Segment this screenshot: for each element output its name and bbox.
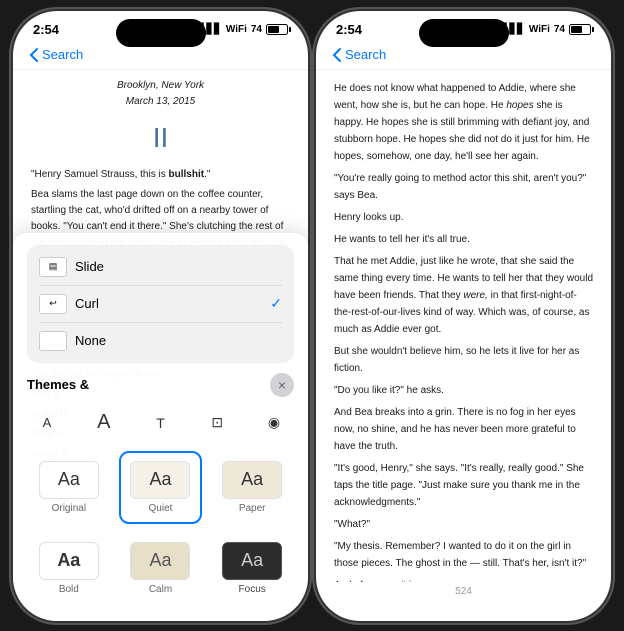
status-icons-left: ▋▋▋ WiFi 74: [199, 24, 288, 35]
rp-5: That he met Addie, just like he wrote, t…: [334, 253, 593, 338]
rp-4: He wants to tell her it's all true.: [334, 231, 593, 248]
para-1: "Henry Samuel Strauss, this is bullshit.…: [31, 167, 290, 183]
theme-paper-label: Paper: [239, 503, 266, 514]
dynamic-island: [116, 19, 206, 47]
curl-check: ✓: [270, 295, 282, 312]
theme-focus[interactable]: Aa Focus: [210, 532, 294, 605]
font-family-button[interactable]: T: [143, 405, 179, 441]
theme-quiet-aa: Aa: [149, 469, 171, 490]
theme-paper[interactable]: Aa Paper: [210, 451, 294, 524]
rp-8: And Bea breaks into a grin. There is no …: [334, 404, 593, 455]
transition-options: ▤ Slide ↩ Curl ✓ None: [27, 245, 294, 363]
rp-2: "You're really going to method actor thi…: [334, 170, 593, 204]
back-button-right[interactable]: Search: [332, 47, 386, 63]
theme-bold-label: Bold: [59, 584, 79, 595]
theme-quiet[interactable]: Aa Quiet: [119, 451, 203, 524]
none-label: None: [75, 333, 106, 348]
slide-icon: ▤: [39, 257, 67, 277]
themes-header: Themes & ×: [27, 373, 294, 397]
theme-quiet-label: Quiet: [149, 503, 173, 514]
theme-bold-preview: Aa: [39, 542, 99, 580]
rp-12: And of course, it is.: [334, 577, 593, 582]
font-decrease-button[interactable]: A: [29, 405, 65, 441]
bookmark-button[interactable]: ⊡: [199, 405, 235, 441]
back-label-right: Search: [345, 47, 386, 62]
bookmark-icon: ⊡: [211, 414, 223, 431]
chapter-number: II: [31, 116, 290, 159]
font-large-label: A: [97, 411, 110, 434]
none-icon: [39, 331, 67, 351]
theme-calm-preview: Aa: [130, 542, 190, 580]
chevron-left-icon-right: [332, 47, 342, 63]
theme-calm-aa: Aa: [149, 550, 171, 571]
rp-6: But she wouldn't believe him, so he lets…: [334, 343, 593, 377]
theme-focus-label: Focus: [239, 584, 266, 595]
theme-quiet-preview: Aa: [130, 461, 190, 499]
theme-bold-aa: Aa: [57, 550, 80, 571]
rp-11: "My thesis. Remember? I wanted to do it …: [334, 538, 593, 572]
wifi-icon: WiFi: [226, 24, 247, 35]
time-left: 2:54: [33, 22, 59, 37]
rp-9: "It's good, Henry," she says. "It's real…: [334, 460, 593, 511]
time-right: 2:54: [336, 22, 362, 37]
close-button[interactable]: ×: [270, 373, 294, 397]
font-family-icon: T: [156, 415, 165, 431]
rp-1: He does not know what happened to Addie,…: [334, 80, 593, 165]
slide-label: Slide: [75, 259, 104, 274]
themes-grid: Aa Original Aa Quiet Aa Paper Aa: [27, 451, 294, 605]
theme-paper-preview: Aa: [222, 461, 282, 499]
rp-7: "Do you like it?" he asks.: [334, 382, 593, 399]
nav-bar-left: Search: [13, 43, 308, 70]
left-phone: 2:54 ▋▋▋ WiFi 74 Search Brooklyn, New Yo…: [13, 11, 308, 621]
theme-original-label: Original: [52, 503, 86, 514]
chevron-left-icon: [29, 47, 39, 63]
book-location: Brooklyn, New York: [117, 80, 204, 91]
right-phone: 2:54 ▋▋▋ WiFi 74 Search He does not know…: [316, 11, 611, 621]
wifi-icon-right: WiFi: [529, 24, 550, 35]
battery-label-right: 74: [554, 24, 565, 35]
page-number: 524: [316, 582, 611, 605]
slide-option[interactable]: ▤ Slide: [27, 249, 294, 285]
theme-bold[interactable]: Aa Bold: [27, 532, 111, 605]
theme-paper-aa: Aa: [241, 469, 263, 490]
close-label: ×: [278, 377, 286, 393]
theme-calm-label: Calm: [149, 584, 172, 595]
theme-calm[interactable]: Aa Calm: [119, 532, 203, 605]
back-button-left[interactable]: Search: [29, 47, 83, 63]
rp-10: "What?": [334, 516, 593, 533]
curl-label: Curl: [75, 296, 99, 311]
overlay-panel: ▤ Slide ↩ Curl ✓ None: [13, 233, 308, 621]
battery-icon-right: [569, 24, 591, 35]
back-label-left: Search: [42, 47, 83, 62]
font-increase-button[interactable]: A: [86, 405, 122, 441]
battery-label: 74: [251, 24, 262, 35]
nav-bar-right: Search: [316, 43, 611, 70]
rp-3: Henry looks up.: [334, 209, 593, 226]
theme-original[interactable]: Aa Original: [27, 451, 111, 524]
dynamic-island-right: [419, 19, 509, 47]
display-settings-button[interactable]: ◉: [256, 405, 292, 441]
eye-icon: ◉: [268, 414, 280, 431]
book-content-right: He does not know what happened to Addie,…: [316, 70, 611, 582]
book-header: Brooklyn, New York March 13, 2015: [31, 78, 290, 110]
battery-icon: [266, 24, 288, 35]
curl-icon: ↩: [39, 294, 67, 314]
curl-option[interactable]: ↩ Curl ✓: [27, 286, 294, 322]
none-option[interactable]: None: [27, 323, 294, 359]
status-icons-right: ▋▋▋ WiFi 74: [502, 24, 591, 35]
font-small-label: A: [43, 415, 52, 430]
book-date: March 13, 2015: [126, 96, 196, 107]
themes-title: Themes &: [27, 377, 89, 392]
theme-focus-preview: Aa: [222, 542, 282, 580]
theme-focus-aa: Aa: [241, 550, 263, 571]
theme-original-preview: Aa: [39, 461, 99, 499]
theme-original-aa: Aa: [58, 469, 80, 490]
toolbar-row: A A T ⊡ ◉: [27, 405, 294, 441]
